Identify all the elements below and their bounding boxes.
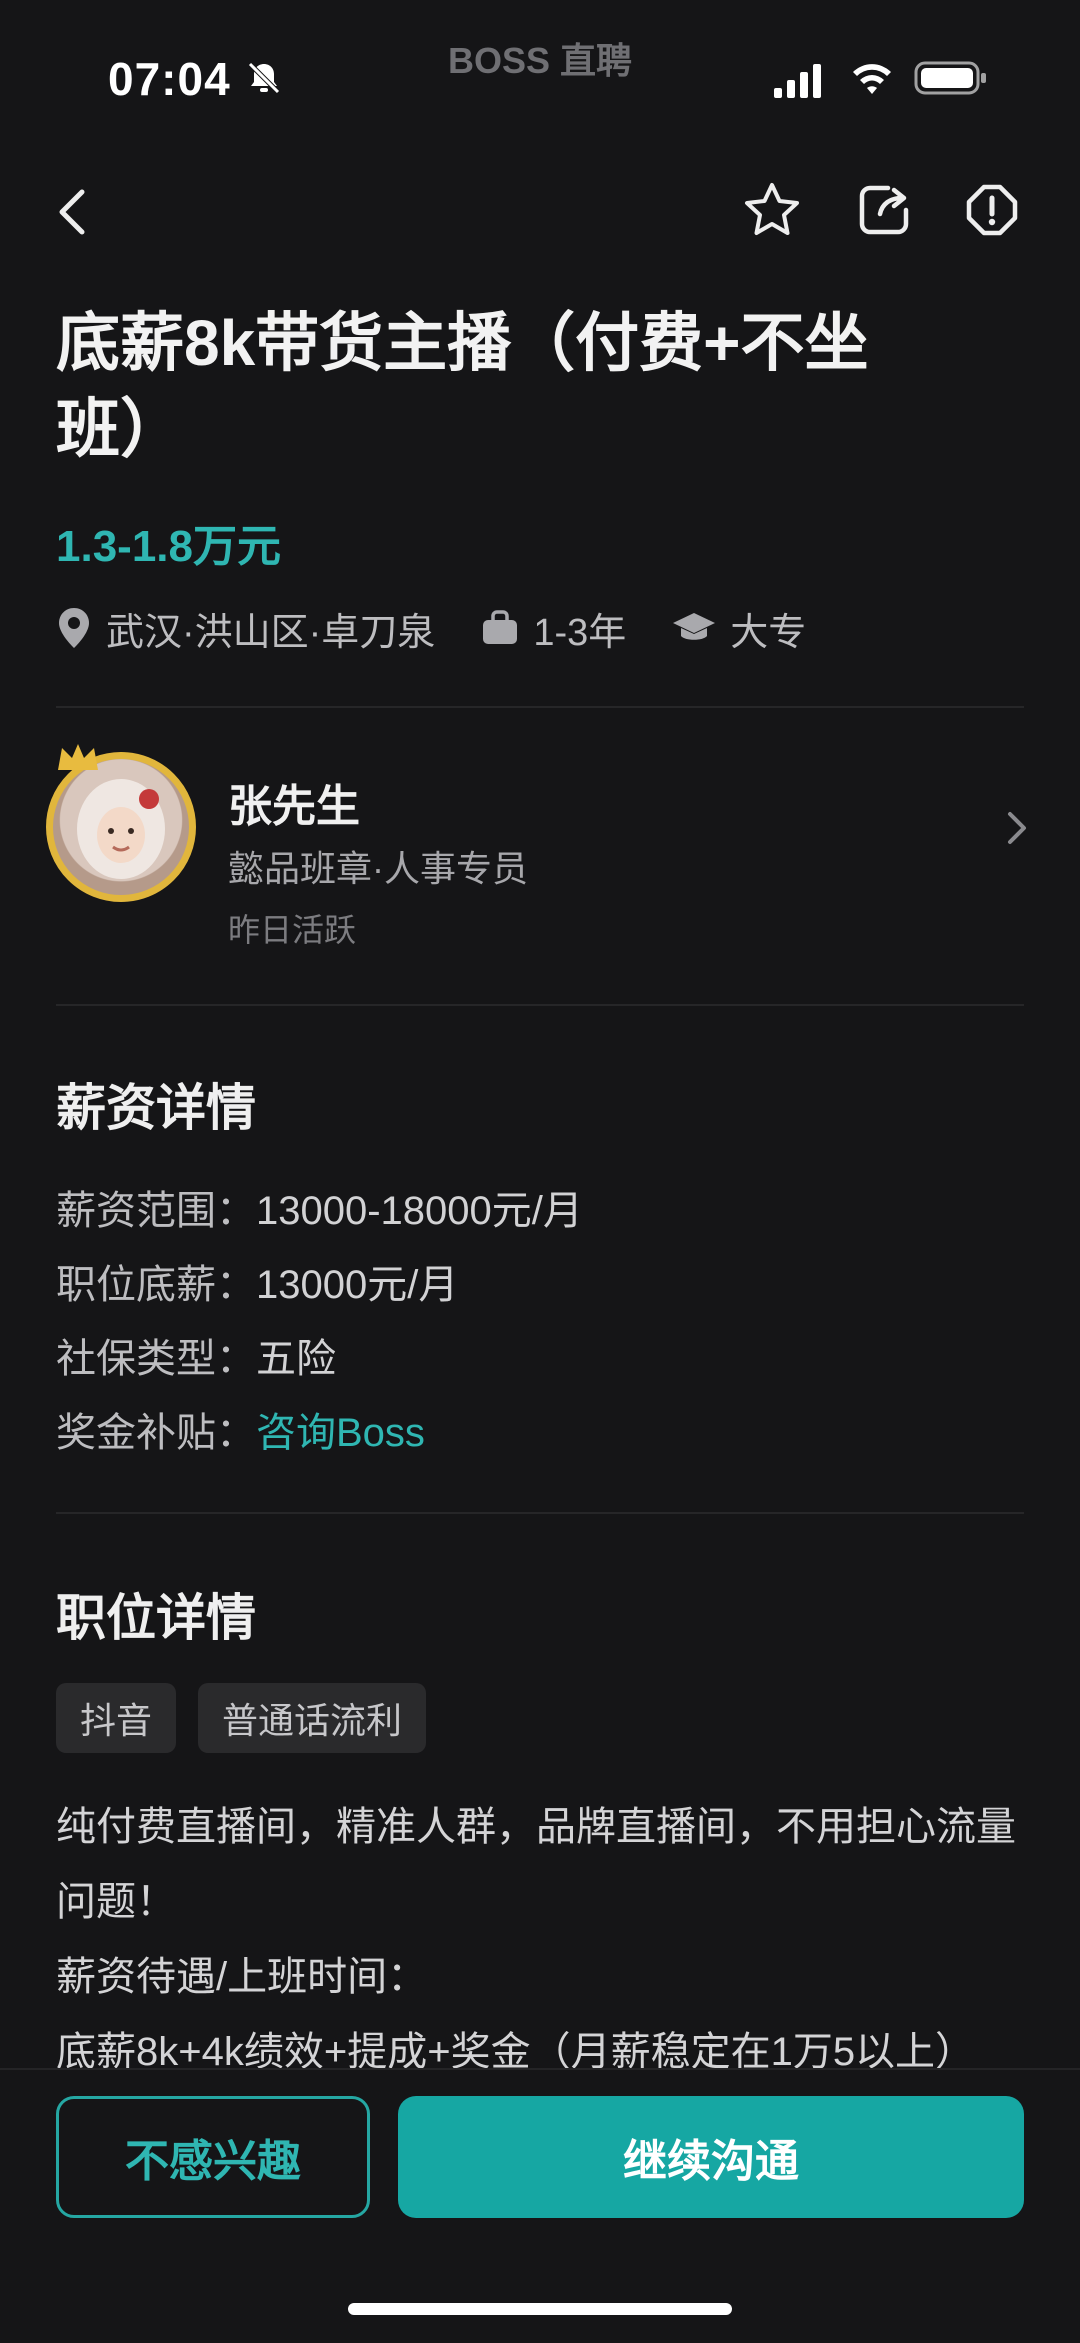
- experience-item: 1-3年: [481, 601, 626, 656]
- job-tag: 抖音: [56, 1683, 177, 1753]
- detail-value: 13000元/月: [256, 1263, 459, 1307]
- recruiter-title: 懿品班章·人事专员: [228, 848, 528, 889]
- divider: [56, 706, 1024, 708]
- job-tag: 普通话流利: [198, 1683, 427, 1753]
- crown-icon: [58, 744, 98, 770]
- education-text: 大专: [730, 611, 807, 654]
- detail-label: 薪资范围：: [56, 1189, 256, 1233]
- detail-label: 社保类型：: [56, 1337, 256, 1381]
- detail-label: 职位底薪：: [56, 1263, 256, 1307]
- location-text: 武汉·洪山区·卓刀泉: [106, 611, 436, 654]
- home-indicator[interactable]: [348, 2303, 732, 2315]
- detail-value: 13000-18000元/月: [256, 1189, 583, 1233]
- briefcase-icon: [483, 610, 518, 644]
- base-salary-row: 职位底薪：13000元/月: [56, 1252, 458, 1310]
- job-title: 底薪8k带货主播（付费+不坐班）: [56, 307, 869, 465]
- job-meta-row: 武汉·洪山区·卓刀泉 1-3年 大专: [56, 600, 852, 656]
- salary-range-row: 薪资范围：13000-18000元/月: [56, 1178, 583, 1236]
- bell-muted-icon: [248, 62, 280, 94]
- job-description: 纯付费直播间，精准人群，品牌直播间，不用担心流量问题！ 薪资待遇/上班时间： 底…: [56, 1790, 1036, 2090]
- wifi-icon: [853, 64, 891, 94]
- consult-boss-link[interactable]: 咨询Boss: [256, 1411, 425, 1455]
- location-pin-icon: [59, 608, 89, 648]
- divider: [56, 1512, 1024, 1514]
- app-watermark: BOSS 直聘: [448, 40, 633, 81]
- report-icon[interactable]: [960, 178, 1024, 242]
- social-insurance-row: 社保类型：五险: [56, 1326, 336, 1384]
- detail-label: 奖金补贴：: [56, 1411, 256, 1455]
- experience-text: 1-3年: [533, 611, 627, 654]
- star-icon[interactable]: [740, 178, 804, 242]
- salary-details-heading: 薪资详情: [56, 1080, 256, 1136]
- location-item: 武汉·洪山区·卓刀泉: [56, 601, 435, 656]
- education-item: 大专: [672, 601, 806, 656]
- continue-chat-button[interactable]: 继续沟通: [398, 2096, 1024, 2218]
- status-time: 07:04: [108, 53, 231, 105]
- bonus-row: 奖金补贴：咨询Boss: [56, 1400, 425, 1458]
- back-arrow-icon[interactable]: [44, 180, 108, 244]
- avatar-illustration: [77, 779, 165, 879]
- share-icon[interactable]: [852, 178, 916, 242]
- description-line: 薪资待遇/上班时间：: [56, 1955, 428, 1999]
- divider: [56, 1004, 1024, 1006]
- description-line: 纯付费直播间，精准人群，品牌直播间，不用担心流量问题！: [56, 1805, 1016, 1924]
- salary-range: 1.3-1.8万元: [56, 522, 281, 571]
- not-interested-button[interactable]: 不感兴趣: [56, 2096, 370, 2218]
- recruiter-name: 张先生: [228, 782, 360, 831]
- job-details-heading: 职位详情: [56, 1590, 256, 1646]
- chevron-right-icon[interactable]: [998, 808, 1034, 848]
- detail-value: 五险: [256, 1337, 336, 1381]
- recruiter-activity: 昨日活跃: [228, 912, 357, 948]
- graduation-cap-icon: [673, 613, 716, 640]
- signal-icon: [774, 64, 821, 98]
- battery-icon: [914, 61, 986, 95]
